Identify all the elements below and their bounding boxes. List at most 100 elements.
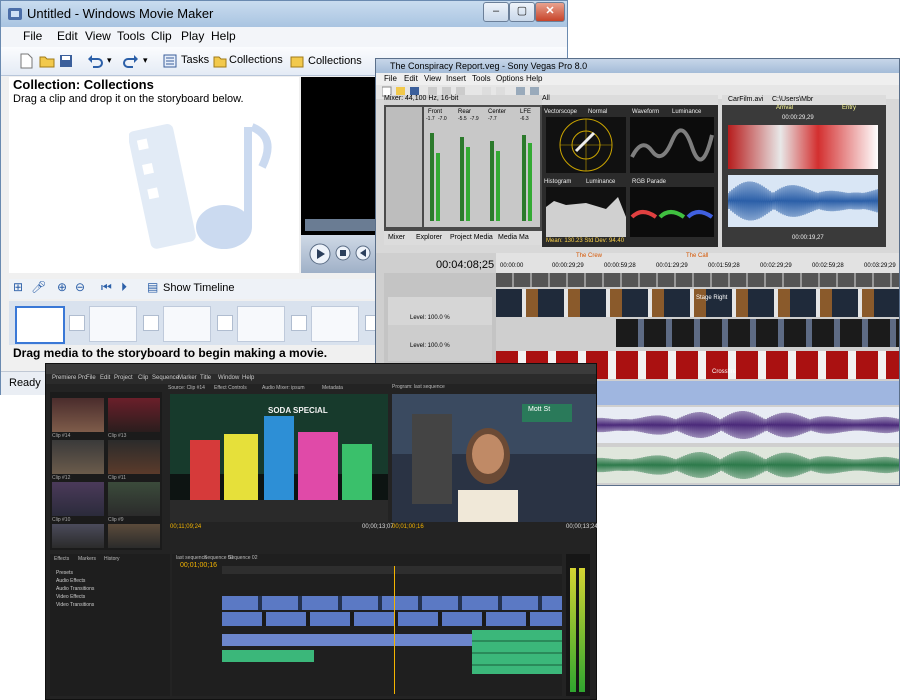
trimmer-file[interactable]: CarFilm.avi: [728, 96, 763, 103]
tab-effects[interactable]: Effects: [54, 556, 69, 562]
rewind-storyboard-icon[interactable]: ⏮: [101, 280, 112, 295]
transition-cell[interactable]: [69, 315, 85, 331]
menu-view[interactable]: View: [85, 29, 111, 43]
show-timeline-button[interactable]: Show Timeline: [163, 282, 235, 294]
marker-arrival[interactable]: Arrival: [776, 105, 793, 111]
tab-explorer[interactable]: Explorer: [416, 234, 442, 241]
timeline-tab[interactable]: Sequence 02: [228, 555, 257, 561]
storyboard-view-icon[interactable]: ⊞: [13, 280, 23, 294]
transition-cell[interactable]: [217, 315, 233, 331]
play-storyboard-icon[interactable]: ⏵: [121, 280, 127, 295]
bin-thumbnail[interactable]: [108, 524, 160, 548]
menu-tools[interactable]: Tools: [117, 29, 145, 43]
menu-play[interactable]: Play: [181, 29, 204, 43]
program-label[interactable]: Program: last sequence: [392, 384, 445, 390]
timeline-tab[interactable]: last sequence: [176, 555, 207, 561]
vegas-menu-edit[interactable]: Edit: [404, 74, 418, 83]
maximize-button[interactable]: ▢: [509, 2, 535, 22]
prem-menu-marker[interactable]: Marker: [178, 375, 197, 381]
prem-menu-title[interactable]: Title: [200, 375, 211, 381]
undo-dropdown-icon[interactable]: ▾: [107, 55, 112, 66]
effects-folder[interactable]: Audio Effects: [56, 578, 85, 584]
prem-menu-window[interactable]: Window: [218, 375, 239, 381]
storyboard-slot[interactable]: [15, 306, 65, 344]
redo-icon[interactable]: [123, 53, 139, 69]
zoom-out-icon[interactable]: ⊖: [75, 280, 85, 294]
tab-mixer[interactable]: Mixer: [388, 234, 405, 241]
marker-the-call[interactable]: The Call: [686, 253, 708, 259]
video-clip-track[interactable]: [222, 612, 562, 626]
trimmer-path[interactable]: C:\Users\Mbr: [772, 96, 813, 103]
menu-clip[interactable]: Clip: [151, 29, 172, 43]
bin-thumbnail[interactable]: [108, 440, 160, 474]
prem-menu-app[interactable]: Premiere Pro: [52, 375, 87, 381]
transition-cell[interactable]: [143, 315, 159, 331]
timeline-ruler[interactable]: 00:00:00 00:00:29;29 00:00:59;28 00:01:2…: [496, 253, 899, 273]
transition-track[interactable]: [496, 273, 899, 287]
tab-audio-mixer[interactable]: Audio Mixer: ipsum: [262, 385, 305, 391]
vegas-menu-insert[interactable]: Insert: [446, 74, 466, 83]
track-header[interactable]: Level: 100.0 %: [388, 325, 492, 361]
tab-markers[interactable]: Markers: [78, 556, 96, 562]
music-clip[interactable]: [472, 630, 562, 674]
prem-menu-file[interactable]: File: [86, 375, 96, 381]
storyboard-slot[interactable]: [89, 306, 137, 342]
effects-folder[interactable]: Audio Transitions: [56, 586, 94, 592]
prem-menu-project[interactable]: Project: [114, 375, 133, 381]
menu-edit[interactable]: Edit: [57, 29, 78, 43]
storyboard-slot[interactable]: [163, 306, 211, 342]
video-track[interactable]: Stage Right: [496, 289, 899, 317]
tab-metadata[interactable]: Metadata: [322, 385, 343, 391]
tab-source[interactable]: Source: Clip #14: [168, 385, 205, 391]
close-button[interactable]: ✕: [535, 2, 565, 22]
menu-file[interactable]: File: [23, 29, 42, 43]
storyboard-slot[interactable]: [311, 306, 359, 342]
zoom-in-icon[interactable]: ⊕: [57, 280, 67, 294]
tab-history[interactable]: History: [104, 556, 120, 562]
stop-icon[interactable]: [335, 245, 351, 261]
prem-menu-clip[interactable]: Clip: [138, 375, 148, 381]
new-project-icon[interactable]: [19, 53, 33, 69]
playhead[interactable]: [394, 566, 395, 694]
scopes-filter[interactable]: All: [542, 95, 718, 105]
vegas-menu-help[interactable]: Help: [526, 74, 542, 83]
audio-clip-track[interactable]: [222, 634, 512, 646]
bin-thumbnail[interactable]: [108, 482, 160, 516]
open-folder-icon[interactable]: [39, 53, 55, 69]
tab-project-media[interactable]: Project Media: [450, 234, 493, 241]
play-icon[interactable]: [309, 243, 331, 265]
effects-folder[interactable]: Presets: [56, 570, 73, 576]
menu-help[interactable]: Help: [211, 29, 236, 43]
video-clip-track[interactable]: [222, 596, 562, 610]
transition-cell[interactable]: [291, 315, 307, 331]
save-icon[interactable]: [59, 53, 73, 69]
prem-menu-sequence[interactable]: Sequence: [152, 375, 179, 381]
tab-effect-controls[interactable]: Effect Controls: [214, 385, 247, 391]
previous-frame-icon[interactable]: [355, 245, 371, 261]
bin-thumbnail[interactable]: [52, 398, 104, 432]
premiere-ruler[interactable]: [222, 566, 562, 574]
minimize-button[interactable]: –: [483, 2, 509, 22]
bin-thumbnail[interactable]: [52, 524, 104, 548]
tab-media-manager[interactable]: Media Ma: [498, 234, 529, 241]
overlay-track[interactable]: [616, 319, 899, 347]
vegas-menu-file[interactable]: File: [384, 74, 397, 83]
effects-folder[interactable]: Video Effects: [56, 594, 85, 600]
undo-icon[interactable]: [87, 53, 103, 69]
effects-folder[interactable]: Video Transitions: [56, 602, 94, 608]
marker-entry[interactable]: Entry: [842, 105, 856, 111]
tasks-button[interactable]: Tasks: [181, 54, 209, 66]
prem-menu-help[interactable]: Help: [242, 375, 254, 381]
storyboard-slot[interactable]: [237, 306, 285, 342]
audio-clip-track[interactable]: [222, 650, 314, 662]
prem-menu-edit[interactable]: Edit: [100, 375, 110, 381]
bin-thumbnail[interactable]: [52, 440, 104, 474]
vegas-menu-view[interactable]: View: [424, 74, 441, 83]
preview-seek-bar[interactable]: [305, 219, 377, 231]
redo-dropdown-icon[interactable]: ▾: [143, 55, 148, 66]
marker-the-crew[interactable]: The Crew: [576, 253, 602, 259]
collections-dropdown[interactable]: Collections: [288, 51, 388, 73]
collections-button[interactable]: Collections: [229, 54, 283, 66]
vegas-menu-options[interactable]: Options: [496, 74, 524, 83]
narrate-icon[interactable]: 🎤︎: [31, 280, 46, 294]
